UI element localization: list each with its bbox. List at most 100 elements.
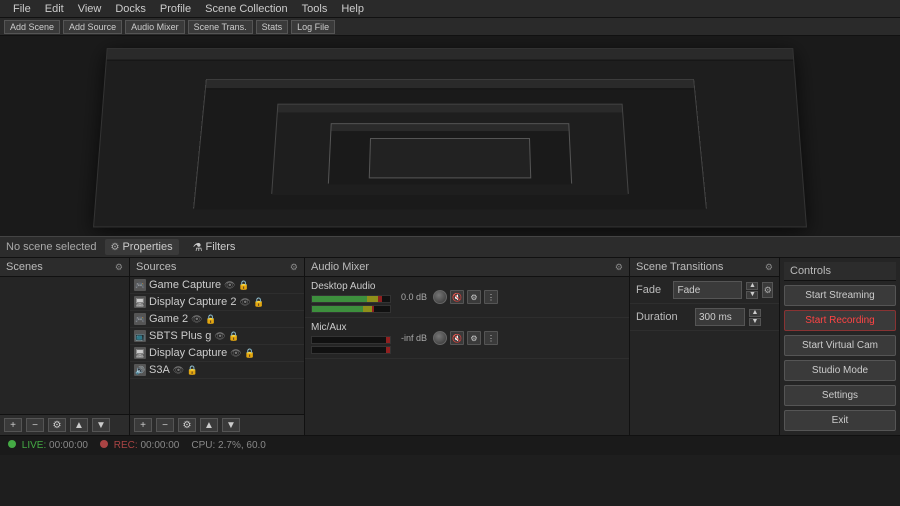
- audio-config-btn[interactable]: ⚙: [615, 262, 623, 273]
- meter-yellow-2: [363, 306, 372, 312]
- menu-edit[interactable]: Edit: [38, 0, 71, 17]
- settings-btn[interactable]: Settings: [784, 385, 896, 406]
- sources-add-btn[interactable]: +: [134, 418, 152, 432]
- desktop-meter-1: [311, 295, 391, 303]
- filters-tab[interactable]: ⚗ Filters: [187, 239, 242, 256]
- preview-deep: [271, 104, 629, 194]
- source-name: Display Capture: [149, 347, 227, 359]
- desktop-more-btn[interactable]: ⋮: [484, 290, 498, 304]
- scenes-add-btn[interactable]: +: [4, 418, 22, 432]
- list-item[interactable]: 📺 SBTS Plus g 👁 🔒: [130, 328, 304, 345]
- source-icons: 👁 🔒: [239, 297, 264, 308]
- sources-list[interactable]: 🎮 Game Capture 👁 🔒 🖥 Display Capture 2 👁…: [130, 277, 304, 414]
- preview-deep-bar: [278, 105, 622, 113]
- audio-channel-desktop: Desktop Audio: [305, 277, 629, 318]
- source-name: SBTS Plus g: [149, 330, 211, 342]
- desktop-settings-btn[interactable]: ⚙: [467, 290, 481, 304]
- toolbar-stats[interactable]: Stats: [256, 20, 289, 34]
- list-item[interactable]: 🎮 Game Capture 👁 🔒: [130, 277, 304, 294]
- duration-down-btn[interactable]: ▼: [749, 318, 761, 326]
- mic-volume-knob[interactable]: [433, 331, 447, 345]
- sources-config-footer-btn[interactable]: ⚙: [178, 418, 196, 432]
- start-streaming-btn[interactable]: Start Streaming: [784, 285, 896, 306]
- menu-scene-collection[interactable]: Scene Collection: [198, 0, 295, 17]
- mic-meter-2: [311, 346, 391, 354]
- fade-label: Fade: [636, 284, 669, 296]
- properties-tab[interactable]: ⚙ Properties: [105, 239, 179, 255]
- meter-green-1: [312, 296, 367, 302]
- source-icons: 👁 🔒: [230, 348, 255, 359]
- source-name: Game Capture: [149, 279, 221, 291]
- filter-icon: ⚗: [193, 241, 203, 254]
- no-selected-label: No scene selected: [6, 241, 97, 253]
- sources-panel-header: Sources ⚙: [130, 258, 304, 277]
- menu-file[interactable]: File: [6, 0, 38, 17]
- mic-settings-btn[interactable]: ⚙: [467, 331, 481, 345]
- live-label: LIVE:: [22, 440, 46, 451]
- game2-icon: 🎮: [134, 313, 146, 325]
- list-item[interactable]: 🖥 Display Capture 2 👁 🔒: [130, 294, 304, 311]
- meter-green-2: [312, 306, 363, 312]
- menu-tools[interactable]: Tools: [295, 0, 335, 17]
- fade-arrows: ▲ ▼: [746, 282, 758, 299]
- live-time: 00:00:00: [49, 440, 88, 451]
- duration-input[interactable]: [695, 308, 745, 326]
- properties-filters-bar: No scene selected ⚙ Properties ⚗ Filters: [0, 236, 900, 258]
- sources-remove-btn[interactable]: −: [156, 418, 174, 432]
- toolbar-scene-transitions[interactable]: Scene Trans.: [188, 20, 253, 34]
- scenes-footer: + − ⚙ ▲ ▼: [0, 414, 129, 435]
- list-item[interactable]: 🎮 Game 2 👁 🔒: [130, 311, 304, 328]
- scenes-down-btn[interactable]: ▼: [92, 418, 110, 432]
- desktop-audio-controls: 🔇 ⚙ ⋮: [433, 290, 498, 304]
- sources-up-btn[interactable]: ▲: [200, 418, 218, 432]
- start-recording-btn[interactable]: Start Recording: [784, 310, 896, 331]
- fade-gear-btn[interactable]: ⚙: [762, 282, 773, 298]
- duration-row: Duration ▲ ▼: [630, 304, 779, 331]
- scenes-config-btn[interactable]: ⚙: [115, 262, 123, 273]
- preview-deepest: [369, 138, 531, 178]
- duration-up-btn[interactable]: ▲: [749, 309, 761, 317]
- fade-up-btn[interactable]: ▲: [746, 282, 758, 290]
- source-icons: 👁 🔒: [191, 314, 216, 325]
- start-virtual-cam-btn[interactable]: Start Virtual Cam: [784, 335, 896, 356]
- preview-mini-bar: [107, 49, 793, 61]
- exit-btn[interactable]: Exit: [784, 410, 896, 431]
- mic-audio-db: -inf dB: [397, 333, 427, 343]
- preview-deep-content: [272, 112, 628, 195]
- fade-down-btn[interactable]: ▼: [746, 291, 758, 299]
- display-capture2-icon: 🖥: [134, 296, 146, 308]
- list-item[interactable]: 🖥 Display Capture 👁 🔒: [130, 345, 304, 362]
- transitions-config-btn[interactable]: ⚙: [765, 262, 773, 273]
- live-dot: [8, 440, 16, 448]
- rec-time: 00:00:00: [140, 440, 179, 451]
- scenes-config-footer-btn[interactable]: ⚙: [48, 418, 66, 432]
- desktop-meter-2: [311, 305, 391, 313]
- menu-help[interactable]: Help: [334, 0, 371, 17]
- mic-mute-btn[interactable]: 🔇: [450, 331, 464, 345]
- toolbar-add-source[interactable]: Add Source: [63, 20, 122, 34]
- scenes-up-btn[interactable]: ▲: [70, 418, 88, 432]
- toolbar-add-scene[interactable]: Add Scene: [4, 20, 60, 34]
- scenes-remove-btn[interactable]: −: [26, 418, 44, 432]
- mic-more-btn[interactable]: ⋮: [484, 331, 498, 345]
- list-item[interactable]: 🔊 S3A 👁 🔒: [130, 362, 304, 379]
- sources-down-btn[interactable]: ▼: [222, 418, 240, 432]
- live-indicator: LIVE: 00:00:00: [8, 440, 88, 451]
- sources-config-btn[interactable]: ⚙: [290, 262, 298, 273]
- toolbar-audio-mixer[interactable]: Audio Mixer: [125, 20, 185, 34]
- toolbar: Add Scene Add Source Audio Mixer Scene T…: [0, 18, 900, 36]
- menu-profile[interactable]: Profile: [153, 0, 198, 17]
- scenes-list: [0, 277, 129, 414]
- fade-select[interactable]: Fade Cut Swipe Slide Stinger Fade to Col…: [673, 281, 742, 299]
- meter-yellow-1: [367, 296, 379, 302]
- desktop-volume-knob[interactable]: [433, 290, 447, 304]
- preview-recursive-content: [194, 89, 706, 209]
- desktop-meter-fill-1: [312, 296, 390, 302]
- toolbar-log-file[interactable]: Log File: [291, 20, 335, 34]
- source-icons: 👁 🔒: [214, 331, 239, 342]
- menu-view[interactable]: View: [71, 0, 109, 17]
- desktop-mute-btn[interactable]: 🔇: [450, 290, 464, 304]
- menu-docks[interactable]: Docks: [108, 0, 153, 17]
- controls-panel: Controls Start Streaming Start Recording…: [780, 258, 900, 435]
- studio-mode-btn[interactable]: Studio Mode: [784, 360, 896, 381]
